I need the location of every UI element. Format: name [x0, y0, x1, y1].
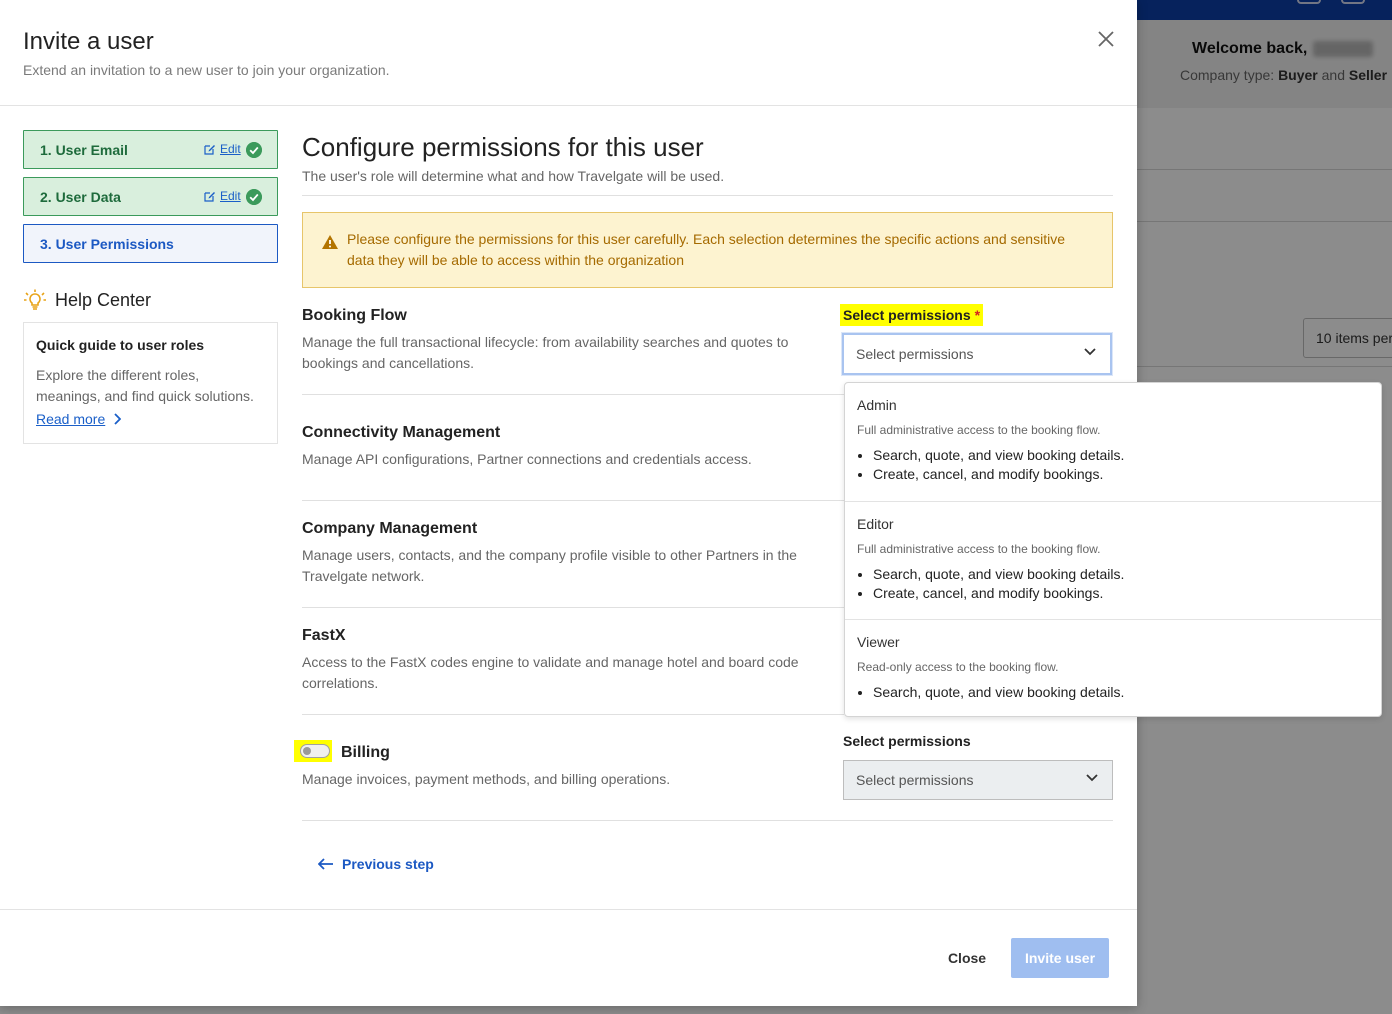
- section-desc-booking-flow: Manage the full transactional lifecycle:…: [302, 334, 789, 371]
- option-bullets: Search, quote, and view booking details.…: [857, 565, 1369, 603]
- page-subtitle: The user's role will determine what and …: [302, 168, 725, 184]
- section-desc-company: Manage users, contacts, and the company …: [302, 547, 797, 584]
- warning-icon: [322, 235, 338, 249]
- modal-title: Invite a user: [23, 28, 154, 55]
- section-title-fastx: FastX: [302, 627, 346, 644]
- help-card: Quick guide to user roles Explore the di…: [23, 322, 278, 444]
- check-circle-icon: [246, 142, 262, 158]
- chevron-down-icon: [1086, 774, 1098, 782]
- modal-subtitle: Extend an invitation to a new user to jo…: [23, 62, 390, 78]
- option-editor[interactable]: Editor Full administrative access to the…: [845, 501, 1381, 619]
- help-card-title: Quick guide to user roles: [36, 337, 205, 353]
- list-item: Search, quote, and view booking details.: [873, 683, 1369, 702]
- edit-icon: [204, 145, 215, 155]
- list-item: Create, cancel, and modify bookings.: [873, 465, 1369, 484]
- section-desc-fastx: Access to the FastX codes engine to vali…: [302, 654, 799, 691]
- divider: [302, 394, 844, 395]
- section-desc-billing: Manage invoices, payment methods, and bi…: [302, 771, 671, 787]
- previous-step-button[interactable]: Previous step: [318, 856, 434, 872]
- option-description: Full administrative access to the bookin…: [857, 423, 1101, 437]
- invite-user-modal: Invite a user Extend an invitation to a …: [0, 0, 1382, 1006]
- option-bullets: Search, quote, and view booking details.: [857, 683, 1369, 702]
- option-viewer[interactable]: Viewer Read-only access to the booking f…: [845, 619, 1381, 716]
- permissions-dropdown-menu: Admin Full administrative access to the …: [844, 382, 1382, 717]
- section-title-booking-flow: Booking Flow: [302, 307, 407, 324]
- chevron-right-icon: [114, 413, 122, 425]
- page-title: Configure permissions for this user: [302, 132, 704, 162]
- select-permissions-label: Select permissions: [843, 733, 971, 749]
- modal-header: Invite a user Extend an invitation to a …: [0, 0, 1137, 106]
- step-user-permissions[interactable]: 3. User Permissions: [23, 224, 278, 263]
- edit-link[interactable]: Edit: [204, 189, 241, 203]
- step-user-email[interactable]: 1. User Email Edit: [23, 130, 278, 169]
- option-name: Admin: [857, 397, 897, 413]
- divider: [302, 195, 1113, 196]
- list-item: Search, quote, and view booking details.: [873, 446, 1369, 465]
- list-item: Search, quote, and view booking details.: [873, 565, 1369, 584]
- step-user-data[interactable]: 2. User Data Edit: [23, 177, 278, 216]
- option-name: Viewer: [857, 634, 900, 650]
- warning-alert: Please configure the permissions for thi…: [302, 212, 1113, 288]
- divider: [302, 820, 1113, 821]
- read-more-link[interactable]: Read more: [36, 411, 122, 427]
- close-icon[interactable]: [1096, 29, 1116, 49]
- invite-user-button[interactable]: Invite user: [1011, 938, 1109, 978]
- billing-permissions-select[interactable]: Select permissions: [843, 760, 1113, 800]
- footer-divider: [0, 909, 1137, 910]
- section-title-billing: Billing: [341, 744, 390, 761]
- divider: [302, 607, 844, 608]
- toggle-knob: [303, 747, 311, 755]
- billing-toggle[interactable]: [300, 744, 330, 758]
- option-admin[interactable]: Admin Full administrative access to the …: [845, 383, 1381, 501]
- help-card-text: Explore the different roles, meanings, a…: [36, 367, 254, 404]
- divider: [302, 500, 844, 501]
- list-item: Create, cancel, and modify bookings.: [873, 584, 1369, 603]
- option-bullets: Search, quote, and view booking details.…: [857, 446, 1369, 484]
- chevron-down-icon: [1084, 348, 1096, 356]
- section-title-company: Company Management: [302, 520, 478, 537]
- arrow-left-icon: [318, 858, 333, 870]
- divider: [302, 714, 844, 715]
- close-button[interactable]: Close: [935, 940, 999, 976]
- step-label: 3. User Permissions: [40, 236, 174, 252]
- edit-link[interactable]: Edit: [204, 142, 241, 156]
- option-name: Editor: [857, 516, 894, 532]
- check-circle-icon: [246, 189, 262, 205]
- option-description: Full administrative access to the bookin…: [857, 542, 1101, 556]
- edit-icon: [204, 192, 215, 202]
- section-title-connectivity: Connectivity Management: [302, 424, 501, 441]
- step-label: 1. User Email: [40, 142, 128, 158]
- lightbulb-icon: [24, 289, 46, 310]
- select-permissions-label: Select permissions *: [840, 304, 984, 326]
- step-label: 2. User Data: [40, 189, 121, 205]
- option-description: Read-only access to the booking flow.: [857, 660, 1059, 674]
- section-desc-connectivity: Manage API configurations, Partner conne…: [302, 451, 752, 467]
- help-center-title: Help Center: [23, 289, 151, 311]
- booking-flow-permissions-select[interactable]: Select permissions: [842, 333, 1112, 375]
